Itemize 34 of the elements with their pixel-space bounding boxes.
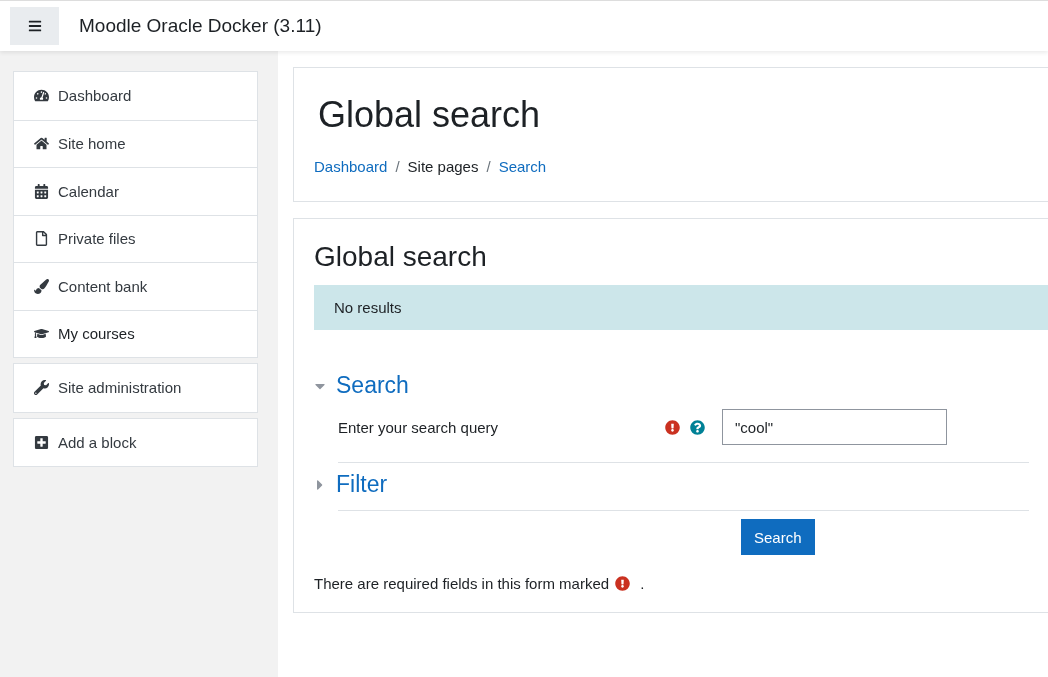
note-period: . <box>640 575 645 592</box>
search-input[interactable]: "cool" <box>722 409 947 445</box>
section-toggle[interactable]: Filter <box>336 471 388 498</box>
help-icon[interactable] <box>690 419 705 435</box>
site-name: Moodle Oracle Docker (3.11) <box>79 15 322 37</box>
nav-item[interactable]: Site home <box>14 119 257 167</box>
home-icon <box>34 136 50 152</box>
breadcrumb-current-page: Site pages <box>407 158 479 175</box>
breadcrumb-separator: / <box>486 158 491 175</box>
required-icon <box>615 576 631 591</box>
wrench-icon <box>34 380 50 396</box>
nav-item[interactable]: Site administration <box>14 364 257 412</box>
nav-heading: My courses <box>14 309 257 357</box>
nav-item[interactable]: Add a block <box>14 418 257 466</box>
section-heading: Global search <box>314 241 488 273</box>
paintbrush-icon <box>34 278 50 294</box>
nav-item[interactable]: Dashboard <box>14 72 257 120</box>
nav-item[interactable]: Content bank <box>14 262 257 310</box>
field-label: Enter your search query <box>338 418 500 436</box>
file-icon <box>34 231 50 247</box>
breadcrumb-link[interactable]: Search <box>498 158 547 175</box>
calendar-icon <box>34 183 50 199</box>
menu-icon <box>27 19 42 33</box>
required-note: There are required fields in this form marked <box>314 575 610 592</box>
nav-item[interactable]: Calendar <box>14 167 257 215</box>
breadcrumb-link[interactable]: Dashboard <box>314 158 388 175</box>
dashboard-icon <box>34 88 50 104</box>
breadcrumb-separator: / <box>395 158 400 175</box>
menu-button[interactable] <box>10 7 59 45</box>
page-title: Global search <box>318 94 542 136</box>
search-button[interactable]: Search <box>741 519 815 555</box>
info-alert: No results <box>314 285 1048 330</box>
section-toggle[interactable]: Search <box>336 372 409 399</box>
nav-item[interactable]: Private files <box>14 214 257 262</box>
